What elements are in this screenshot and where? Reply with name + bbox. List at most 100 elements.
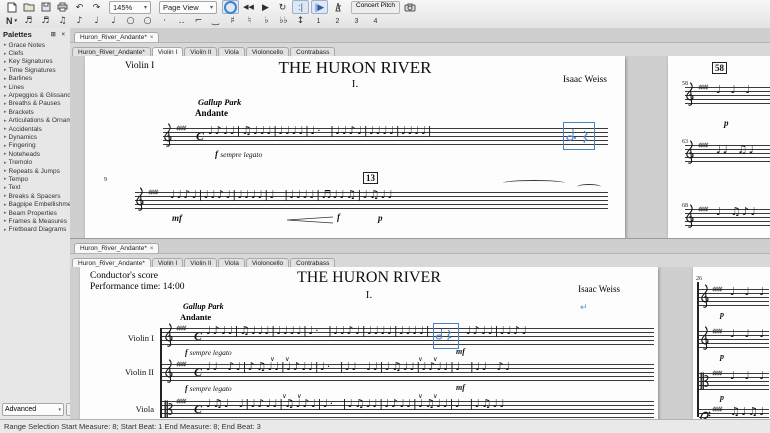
top-score-canvas[interactable]: Violin I THE HURON RIVER I. Isaac Weiss … [70, 56, 770, 238]
palette-item-text[interactable]: ▸Text [0, 184, 70, 192]
tempo-place-text[interactable]: Gallup Park [183, 302, 224, 311]
notes-p2-2[interactable]: ♩♩ ♫♩ [716, 141, 755, 158]
key-signature[interactable]: ♯♯♯♯ [712, 327, 721, 336]
notes-system-1[interactable]: ♩♪♩♩|♫♩♩♩|♩♩♩♩|♩· |♩♩♪♩|♩♩♩♩|♩♩♩♩| [208, 122, 433, 139]
view-mode-select[interactable]: Page View ▾ [159, 1, 217, 14]
tempo-place-text[interactable]: Gallup Park [198, 97, 241, 107]
instrument-label-violin-2[interactable]: Violin II [92, 367, 154, 377]
movement-number[interactable]: I. [85, 78, 625, 90]
treble-clef-icon[interactable] [699, 325, 709, 352]
crescendo-hairpin[interactable] [285, 216, 333, 224]
rehearsal-mark-13[interactable]: 13 [363, 172, 378, 184]
metronome-icon[interactable] [330, 1, 345, 13]
notes-p2-3[interactable]: ♩ ♫♪♩ [716, 203, 757, 220]
palette-item-fingering[interactable]: ▸Fingering [0, 142, 70, 150]
composer[interactable]: Isaac Weiss [563, 75, 607, 85]
key-signature[interactable]: ♯♯♯♯ [712, 405, 721, 414]
time-signature[interactable]: C [196, 130, 204, 142]
voice-2-button[interactable]: 2 [329, 14, 346, 28]
palette-item-bagpipe[interactable]: ▸Bagpipe Embellishments [0, 200, 70, 208]
composer[interactable]: Isaac Weiss [578, 284, 620, 294]
key-signature[interactable]: ♯♯♯♯ [148, 188, 157, 197]
palette-item-arpeggios[interactable]: ▸Arpeggios & Glissandos [0, 91, 70, 99]
dynamic-p[interactable]: p [724, 118, 729, 128]
undo-icon[interactable]: ↶ [72, 1, 87, 13]
part-page-1[interactable]: Violin I THE HURON RIVER I. Isaac Weiss … [85, 56, 625, 238]
notes-violin-2[interactable]: ♩♩ ♪♩|♪♫♩♩|♩♪♩♩|♩· |♩♩ ♩♩|♩♫♩♩|♩♪♩♩|♩ |♩… [206, 358, 512, 375]
dynamic-mf[interactable]: mf [456, 347, 465, 356]
treble-clef-icon[interactable] [163, 358, 173, 385]
key-signature[interactable]: ♯♯♯♯ [176, 397, 185, 406]
sharp-icon[interactable]: ♯ [225, 15, 240, 27]
duration-8th-icon[interactable]: ♪ [72, 15, 87, 27]
duration-64th-icon[interactable]: ♬ [21, 15, 36, 27]
flip-direction-icon[interactable]: ↕ [293, 15, 308, 27]
dynamic-f-legato[interactable]: f sempre legato [215, 149, 262, 159]
palette-item-breaths[interactable]: ▸Breaths & Pauses [0, 100, 70, 108]
voice-3-button[interactable]: 3 [348, 14, 365, 28]
dynamic-p[interactable]: p [720, 352, 724, 361]
midi-input-icon[interactable] [222, 0, 239, 14]
zoom-select[interactable]: 145% ▾ [109, 1, 151, 14]
duration-whole-icon[interactable]: ○ [123, 15, 138, 27]
open-file-icon[interactable] [21, 1, 36, 13]
time-signature[interactable]: C [194, 330, 202, 342]
score-page-1[interactable]: Conductor's score Performance time: 14:0… [80, 267, 658, 420]
palette-item-barlines[interactable]: ▸Barlines [0, 75, 70, 83]
dynamic-mf[interactable]: mf [456, 383, 465, 392]
concert-pitch-button[interactable]: Concert Pitch [351, 1, 400, 14]
treble-clef-icon[interactable] [162, 122, 172, 149]
system-break-icon[interactable]: ↵ [580, 303, 588, 313]
key-signature[interactable]: ♯♯♯♯ [176, 360, 185, 369]
time-signature[interactable]: C [194, 366, 202, 378]
palette-item-grace-notes[interactable]: ▸Grace Notes [0, 41, 70, 49]
key-signature[interactable]: ♯♯♯♯ [176, 324, 185, 333]
palette-mode-select[interactable]: Advanced ▾ [2, 403, 64, 416]
double-flat-icon[interactable]: ♭♭ [276, 15, 291, 27]
dynamic-f-legato[interactable]: f sempre legato [185, 348, 232, 357]
up-bow-marks[interactable]: ∨ ∨ [270, 355, 294, 363]
palette-item-tremolo[interactable]: ▸Tremolo [0, 158, 70, 166]
natural-icon[interactable]: ♮ [242, 15, 257, 27]
notes-viola[interactable]: ♩♫♩ ♩|♩♪♩♩|♫♩♪♩|♩· |♩♫♩♩|♩♪♩♩|♩♫♩♩|♩ |♩♫… [206, 395, 506, 412]
double-dot-icon[interactable]: ‥ [174, 15, 189, 27]
selection-box[interactable] [563, 122, 595, 150]
treble-clef-icon[interactable] [163, 322, 173, 349]
treble-clef-icon[interactable] [684, 139, 694, 166]
key-signature[interactable]: ♯♯♯♯ [698, 205, 707, 214]
bottom-score-canvas[interactable]: Conductor's score Performance time: 14:0… [70, 267, 770, 420]
flat-icon[interactable]: ♭ [259, 15, 274, 27]
score-title[interactable]: THE HURON RIVER [80, 269, 658, 287]
palette-item-key-signatures[interactable]: ▸Key Signatures [0, 58, 70, 66]
palette-item-time-signatures[interactable]: ▸Time Signatures [0, 66, 70, 74]
palette-item-repeats[interactable]: ▸Repeats & Jumps [0, 167, 70, 175]
treble-clef-icon[interactable] [684, 203, 694, 230]
score-title[interactable]: THE HURON RIVER [85, 58, 625, 78]
palette-item-beam-properties[interactable]: ▸Beam Properties [0, 209, 70, 217]
notes-system-2[interactable]: ♩♩♪♩|♩♩♪♩|♩♩♩♩|♩ |♩♩♩♩|♬♩♩♫|♩♫♩♩ [170, 186, 394, 203]
palette-item-tempo[interactable]: ▸Tempo [0, 175, 70, 183]
tempo-text[interactable]: Andante [195, 108, 228, 118]
pan-score-icon[interactable]: |▶ [311, 0, 328, 14]
up-bow-marks[interactable]: ∨ ∨ [418, 355, 442, 363]
print-icon[interactable] [55, 1, 70, 13]
notes-p2-violoncello[interactable]: ♫♩♫♩ [730, 403, 766, 420]
rehearsal-mark-58[interactable]: 58 [712, 62, 727, 74]
redo-icon[interactable]: ↷ [89, 1, 104, 13]
time-signature[interactable]: C [194, 403, 202, 415]
close-icon[interactable]: × [150, 246, 154, 252]
dynamic-f[interactable]: f [337, 212, 340, 222]
notes-p2-1[interactable]: ♩ ♩ ♩ [716, 81, 752, 98]
notes-p2-violin-2[interactable]: ♩ ♩ ♩ [730, 325, 766, 342]
dynamic-p[interactable]: p [720, 393, 724, 402]
palette-item-lines[interactable]: ▸Lines [0, 83, 70, 91]
duration-16th-icon[interactable]: ♫ [55, 15, 70, 27]
duration-quarter-icon[interactable]: ♩ [89, 15, 104, 27]
slur[interactable] [577, 184, 601, 190]
close-icon[interactable]: × [150, 35, 154, 41]
rest-icon[interactable]: ⌐ [191, 15, 206, 27]
key-signature[interactable]: ♯♯♯♯ [712, 369, 721, 378]
up-bow-marks[interactable]: ∨ ∨ [418, 392, 442, 400]
loop-playback-icon[interactable]: ↻ [275, 1, 290, 13]
palette-item-fretboard[interactable]: ▸Fretboard Diagrams [0, 226, 70, 234]
